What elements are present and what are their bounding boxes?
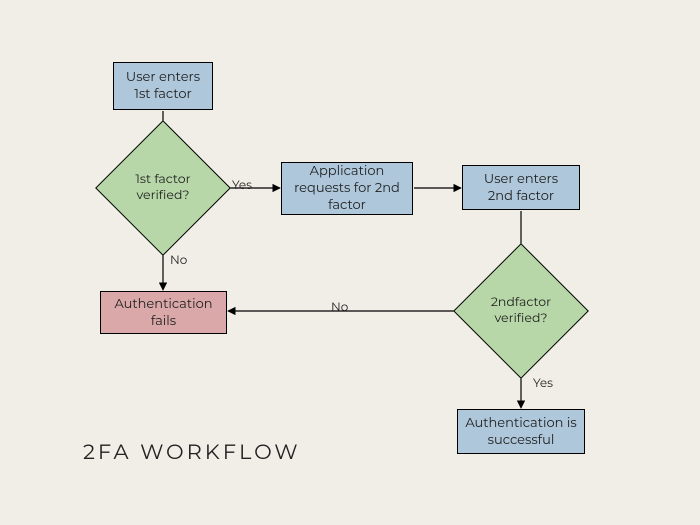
node-authentication-fails: Authenticationfails bbox=[100, 291, 227, 334]
node-label: Authenticationfails bbox=[114, 296, 212, 330]
edge-label-v1-yes: Yes bbox=[232, 178, 252, 193]
node-request-second-factor: Applicationrequests for 2ndfactor bbox=[281, 162, 413, 215]
node-label: User enters1st factor bbox=[126, 69, 200, 103]
diagram-title: 2FA WORKFLOW bbox=[83, 440, 301, 465]
node-label: 2ndfactorverified? bbox=[491, 295, 551, 326]
node-label: 1st factorverified? bbox=[135, 172, 190, 203]
node-label: Authentication issuccessful bbox=[465, 415, 576, 449]
edge-label-v2-yes: Yes bbox=[533, 376, 553, 391]
edge-label-v1-no: No bbox=[170, 253, 187, 268]
node-enter-first-factor: User enters1st factor bbox=[113, 62, 213, 110]
node-second-factor-verified: 2ndfactorverified? bbox=[473, 263, 569, 359]
node-enter-second-factor: User enters2nd factor bbox=[462, 165, 580, 210]
edge-label-v2-no: No bbox=[331, 300, 348, 315]
node-first-factor-verified: 1st factorverified? bbox=[115, 140, 211, 236]
node-authentication-success: Authentication issuccessful bbox=[457, 409, 585, 454]
node-label: User enters2nd factor bbox=[484, 171, 558, 205]
node-label: Applicationrequests for 2ndfactor bbox=[294, 163, 400, 214]
